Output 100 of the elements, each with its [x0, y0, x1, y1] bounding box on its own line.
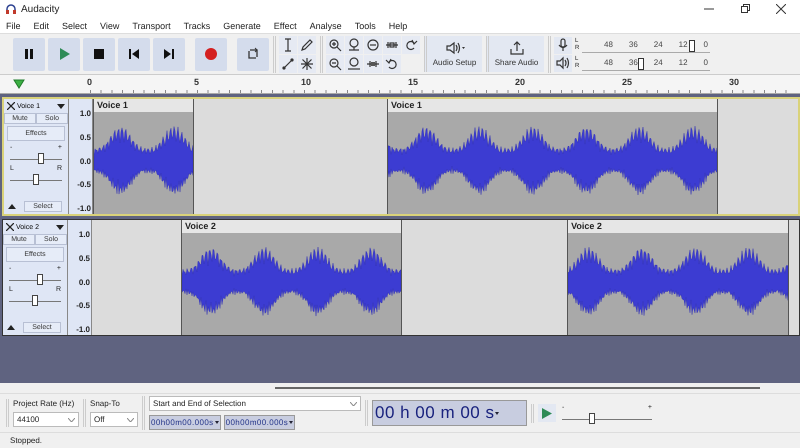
close-icon[interactable] — [776, 4, 786, 14]
audio-position-display[interactable]: 00 h 00 m 00 s — [372, 400, 527, 426]
scale-label: -1.0 — [77, 204, 91, 213]
microphone-icon[interactable] — [557, 38, 569, 52]
meter-slider-thumb[interactable] — [638, 58, 644, 70]
slider-thumb[interactable] — [37, 274, 44, 285]
ruler-label: 25 — [622, 77, 632, 87]
undo-icon[interactable] — [385, 56, 399, 70]
dropdown-icon — [289, 421, 294, 424]
clip-title[interactable]: Voice 1 — [388, 99, 717, 112]
dropdown-field[interactable]: 44100 — [13, 412, 79, 427]
meter-scale-label: 48 — [604, 38, 613, 50]
menu-item[interactable]: Select — [61, 20, 88, 30]
status-text: Stopped. — [10, 436, 42, 445]
skip-start-icon — [127, 47, 141, 61]
collapse-icon[interactable] — [7, 325, 15, 330]
stop-button[interactable] — [83, 38, 115, 70]
scale-label: -0.5 — [77, 180, 91, 190]
menu-item[interactable]: Analyse — [308, 20, 343, 30]
play-at-speed-button[interactable] — [538, 404, 556, 422]
clip-title[interactable]: Voice 2 — [182, 220, 402, 233]
meter-scale-label: 24 — [654, 38, 663, 50]
slider-thumb[interactable] — [38, 153, 44, 164]
ruler-label: 15 — [408, 77, 418, 87]
skip-start-button[interactable] — [118, 38, 150, 70]
stop-icon — [92, 47, 106, 61]
meter-scale-label: 12 — [678, 38, 688, 50]
zoom-out-icon[interactable] — [328, 56, 342, 70]
scale-label: -1.0 — [76, 325, 90, 334]
ruler-label: 30 — [729, 77, 740, 87]
meter-scale-label: 48 — [604, 56, 613, 68]
multi-tool-icon[interactable] — [300, 56, 314, 70]
close-icon[interactable] — [7, 102, 15, 110]
zoom-in-icon[interactable] — [328, 38, 342, 52]
track-canvas[interactable]: Voice 1 Voice 1 — [93, 99, 798, 214]
scale-label: 1.0 — [80, 109, 91, 118]
time-field[interactable]: 00h00m00.000s — [224, 415, 296, 430]
pencil-icon[interactable] — [300, 38, 314, 52]
field-label: Snap-To — [90, 399, 121, 408]
track-canvas[interactable]: Voice 2 Voice 2 — [92, 220, 799, 335]
scale-label: -0.5 — [76, 301, 90, 310]
meter-scale-label: 24 — [654, 56, 663, 68]
meter-slider-thumb[interactable] — [689, 40, 696, 52]
audio-setup-button[interactable]: Audio Setup — [424, 36, 482, 72]
play-head-icon[interactable] — [13, 79, 25, 89]
loop-button[interactable] — [237, 38, 269, 70]
menu-item[interactable]: File — [5, 20, 22, 30]
ruler-label: 0 — [87, 77, 92, 87]
dropdown-icon[interactable] — [56, 224, 64, 230]
record-button[interactable] — [195, 38, 227, 70]
dropdown-field[interactable]: Off — [90, 412, 138, 427]
slider-thumb[interactable] — [32, 295, 38, 306]
close-icon[interactable] — [6, 223, 14, 231]
share-icon — [508, 41, 524, 55]
window-title: Audacity — [21, 4, 60, 14]
clip-title[interactable]: Voice 1 — [94, 99, 194, 112]
menu-item[interactable]: Help — [388, 20, 408, 30]
clip-title[interactable]: Voice 2 — [568, 220, 788, 233]
maximize-icon[interactable] — [740, 4, 750, 14]
envelope-tool-icon[interactable] — [281, 56, 295, 70]
time-field[interactable]: 00h00m00.000s — [149, 415, 221, 430]
menu-item[interactable]: Tools — [354, 20, 377, 30]
meter-scale-label: 12 — [678, 56, 688, 68]
menu-item[interactable]: Generate — [222, 20, 262, 30]
menu-item[interactable]: Effect — [272, 20, 298, 30]
dropdown-icon — [214, 421, 219, 424]
menu-item[interactable]: Edit — [32, 20, 50, 30]
loop-icon — [246, 47, 260, 61]
scale-label: 0.5 — [78, 254, 90, 263]
chevron-icon — [350, 402, 357, 406]
redo-icon[interactable] — [404, 38, 418, 52]
chevron-icon — [68, 418, 75, 422]
slider-thumb[interactable] — [588, 412, 595, 424]
scale-label: 0.5 — [80, 132, 91, 142]
meter-scale-label: 36 — [628, 38, 638, 50]
skip-end-button[interactable] — [153, 38, 185, 70]
play-icon — [542, 408, 552, 418]
record-icon — [204, 47, 218, 61]
dropdown-icon[interactable] — [57, 104, 65, 108]
meter-scale-label: 0 — [704, 38, 708, 50]
slider-thumb[interactable] — [33, 174, 39, 185]
pause-icon — [22, 47, 36, 61]
selection-mode-dropdown[interactable]: Start and End of Selection — [149, 396, 361, 411]
speaker-icon[interactable] — [556, 56, 570, 70]
meter-scale-label: 0 — [704, 56, 708, 68]
collapse-icon[interactable] — [8, 204, 16, 209]
field-label: Project Rate (Hz) — [13, 399, 76, 408]
headphones-icon — [5, 3, 17, 15]
horizontal-scrollbar[interactable] — [275, 387, 760, 389]
speaker-icon — [444, 41, 464, 55]
menu-item[interactable]: Tracks — [182, 20, 212, 30]
dropdown-icon — [495, 412, 500, 414]
skip-end-icon — [162, 47, 176, 61]
chevron-icon — [127, 418, 134, 422]
menu-item[interactable]: Transport — [131, 20, 172, 30]
play-icon — [57, 47, 71, 61]
scale-label: 0.0 — [78, 278, 90, 286]
share-audio-button[interactable]: Share Audio — [486, 36, 544, 72]
menu-item[interactable]: View — [99, 20, 120, 30]
pause-button[interactable] — [13, 38, 45, 70]
